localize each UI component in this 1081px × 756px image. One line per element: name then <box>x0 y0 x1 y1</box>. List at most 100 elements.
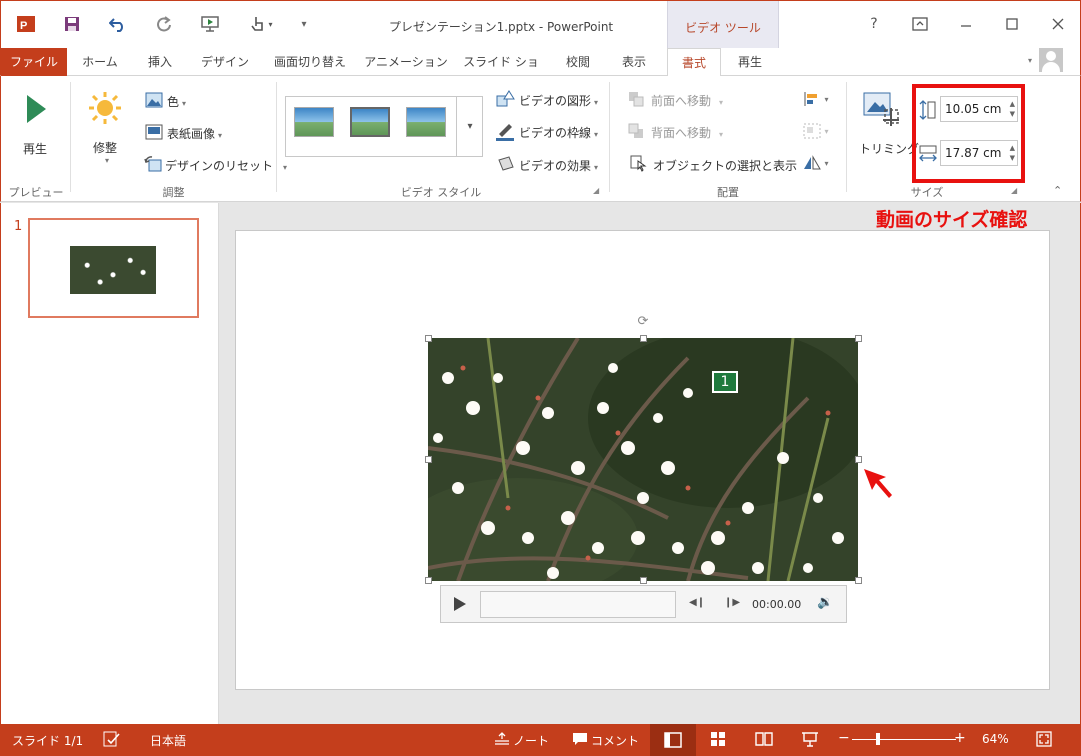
help-icon[interactable]: ? <box>861 12 887 36</box>
notes-button[interactable]: ノート <box>513 732 549 749</box>
video-tools-label: ビデオ ツール <box>685 21 761 35</box>
zoom-slider-thumb[interactable] <box>876 733 880 745</box>
reset-design-label: デザインのリセット <box>165 159 274 173</box>
player-play-icon[interactable] <box>450 594 470 614</box>
color-button[interactable]: 色 ▾ <box>167 93 186 110</box>
slide-indicator[interactable]: スライド 1/1 <box>12 732 83 749</box>
video-effects-button[interactable]: ビデオの効果 ▾ <box>519 157 598 174</box>
rotate-icon[interactable]: ▾ <box>801 154 831 172</box>
corrections-button[interactable]: 修整 <box>93 139 117 156</box>
ribbon-display-options-icon[interactable] <box>907 12 933 36</box>
slide-canvas[interactable]: ⟳ 1 ◀❙ ❙▶ 00:00.00 🔉 <box>235 230 1050 690</box>
language-indicator[interactable]: 日本語 <box>150 732 186 749</box>
comments-button[interactable]: コメント <box>591 732 639 749</box>
video-style-option-3[interactable] <box>406 107 446 137</box>
selection-pane-button[interactable]: オブジェクトの選択と表示 <box>653 157 797 174</box>
video-shape-icon[interactable] <box>495 90 515 108</box>
tab-review[interactable]: 校閲 <box>555 48 601 76</box>
undo-icon[interactable] <box>107 13 129 35</box>
video-frame-image <box>428 338 858 581</box>
bookmark-badge[interactable]: 1 <box>712 371 738 393</box>
player-progress-bar[interactable] <box>480 591 676 618</box>
redo-icon[interactable] <box>153 13 175 35</box>
tab-slideshow[interactable]: スライド ショー <box>459 48 543 97</box>
ribbon-tabs: ファイル ホーム 挿入 デザイン 画面切り替え アニメーション スライド ショー… <box>0 48 1081 112</box>
resize-handle[interactable] <box>425 577 432 584</box>
corrections-icon[interactable] <box>87 90 123 126</box>
tab-animations[interactable]: アニメーション <box>363 48 449 76</box>
tab-design[interactable]: デザイン <box>195 48 255 76</box>
tab-playback[interactable]: 再生 <box>723 48 777 76</box>
crop-button[interactable]: トリミング <box>859 140 919 157</box>
video-styles-group-label: ビデオ スタイル <box>400 186 482 199</box>
tab-home[interactable]: ホーム <box>75 48 125 76</box>
touch-mode-icon[interactable]: ▾ <box>247 13 277 35</box>
play-icon[interactable] <box>21 92 51 126</box>
zoom-out-icon[interactable]: − <box>838 730 850 746</box>
rotate-handle-icon[interactable]: ⟳ <box>636 315 650 329</box>
video-effects-icon[interactable] <box>497 156 515 172</box>
normal-view-button[interactable] <box>650 724 696 756</box>
video-style-option-2[interactable] <box>350 107 390 137</box>
tab-transitions[interactable]: 画面切り替え <box>267 48 353 76</box>
slide-thumbnail[interactable] <box>28 218 199 318</box>
corrections-dropdown-icon[interactable]: ▾ <box>105 156 109 165</box>
reset-design-button[interactable]: デザインのリセット ▾ <box>165 157 287 174</box>
video-styles-gallery[interactable]: ▾ <box>285 96 483 157</box>
close-icon[interactable] <box>1045 12 1071 36</box>
resize-handle[interactable] <box>425 456 432 463</box>
reading-view-icon[interactable] <box>754 730 774 748</box>
tab-view[interactable]: 表示 <box>611 48 657 76</box>
account-dropdown-icon[interactable]: ▾ <box>1028 56 1032 65</box>
video-shape-button[interactable]: ビデオの図形 ▾ <box>519 92 598 109</box>
video-style-option-1[interactable] <box>294 107 334 137</box>
zoom-in-icon[interactable]: + <box>954 730 966 746</box>
start-slideshow-icon[interactable] <box>199 13 221 35</box>
volume-icon[interactable]: 🔉 <box>817 595 833 610</box>
collapse-ribbon-icon[interactable]: ⌃ <box>1053 184 1062 197</box>
selection-pane-icon[interactable] <box>629 154 649 172</box>
align-icon[interactable]: ▾ <box>801 90 831 108</box>
maximize-icon[interactable] <box>999 12 1025 36</box>
resize-handle[interactable] <box>640 577 647 584</box>
avatar[interactable] <box>1039 48 1063 72</box>
zoom-level[interactable]: 64% <box>982 732 1009 746</box>
resize-handle[interactable] <box>855 335 862 342</box>
resize-handle[interactable] <box>425 335 432 342</box>
poster-frame-button[interactable]: 表紙画像 ▾ <box>167 125 222 142</box>
tab-format[interactable]: 書式 <box>667 48 721 77</box>
play-button[interactable]: 再生 <box>23 140 47 157</box>
color-icon[interactable] <box>145 91 163 109</box>
tab-file[interactable]: ファイル <box>1 48 67 76</box>
step-forward-icon[interactable]: ❙▶ <box>724 597 740 608</box>
crop-icon[interactable] <box>860 90 902 130</box>
minimize-icon[interactable] <box>953 12 979 36</box>
poster-frame-icon[interactable] <box>145 123 163 141</box>
video-border-label: ビデオの枠線 <box>519 126 592 140</box>
video-object[interactable]: 1 <box>428 338 858 581</box>
fit-slide-icon[interactable] <box>1034 730 1054 748</box>
slideshow-view-icon[interactable] <box>800 730 820 748</box>
video-border-button[interactable]: ビデオの枠線 ▾ <box>519 124 598 141</box>
customize-qat-icon[interactable]: ▾ <box>293 13 315 35</box>
gallery-more-icon[interactable]: ▾ <box>456 97 483 156</box>
notes-icon[interactable] <box>492 730 512 748</box>
title-bar: P ▾ ▾ プレゼンテーション1.pptx - PowerPoint ビデオ ツ… <box>0 0 1081 49</box>
send-backward-icon <box>627 122 645 140</box>
comments-icon[interactable] <box>570 730 590 748</box>
video-border-icon[interactable] <box>495 122 515 142</box>
step-back-icon[interactable]: ◀❙ <box>689 597 705 608</box>
slide-sorter-icon[interactable] <box>708 730 728 748</box>
spell-check-icon[interactable] <box>102 730 122 748</box>
save-icon[interactable] <box>61 13 83 35</box>
zoom-slider[interactable] <box>852 739 956 740</box>
svg-text:P: P <box>20 20 27 32</box>
powerpoint-logo-icon: P <box>15 13 37 35</box>
reset-design-icon[interactable] <box>143 155 163 173</box>
video-styles-launcher-icon[interactable]: ◢ <box>593 186 599 195</box>
size-launcher-icon[interactable]: ◢ <box>1011 186 1017 195</box>
tab-insert[interactable]: 挿入 <box>137 48 183 76</box>
resize-handle[interactable] <box>640 335 647 342</box>
resize-handle[interactable] <box>855 577 862 584</box>
resize-handle[interactable] <box>855 456 862 463</box>
